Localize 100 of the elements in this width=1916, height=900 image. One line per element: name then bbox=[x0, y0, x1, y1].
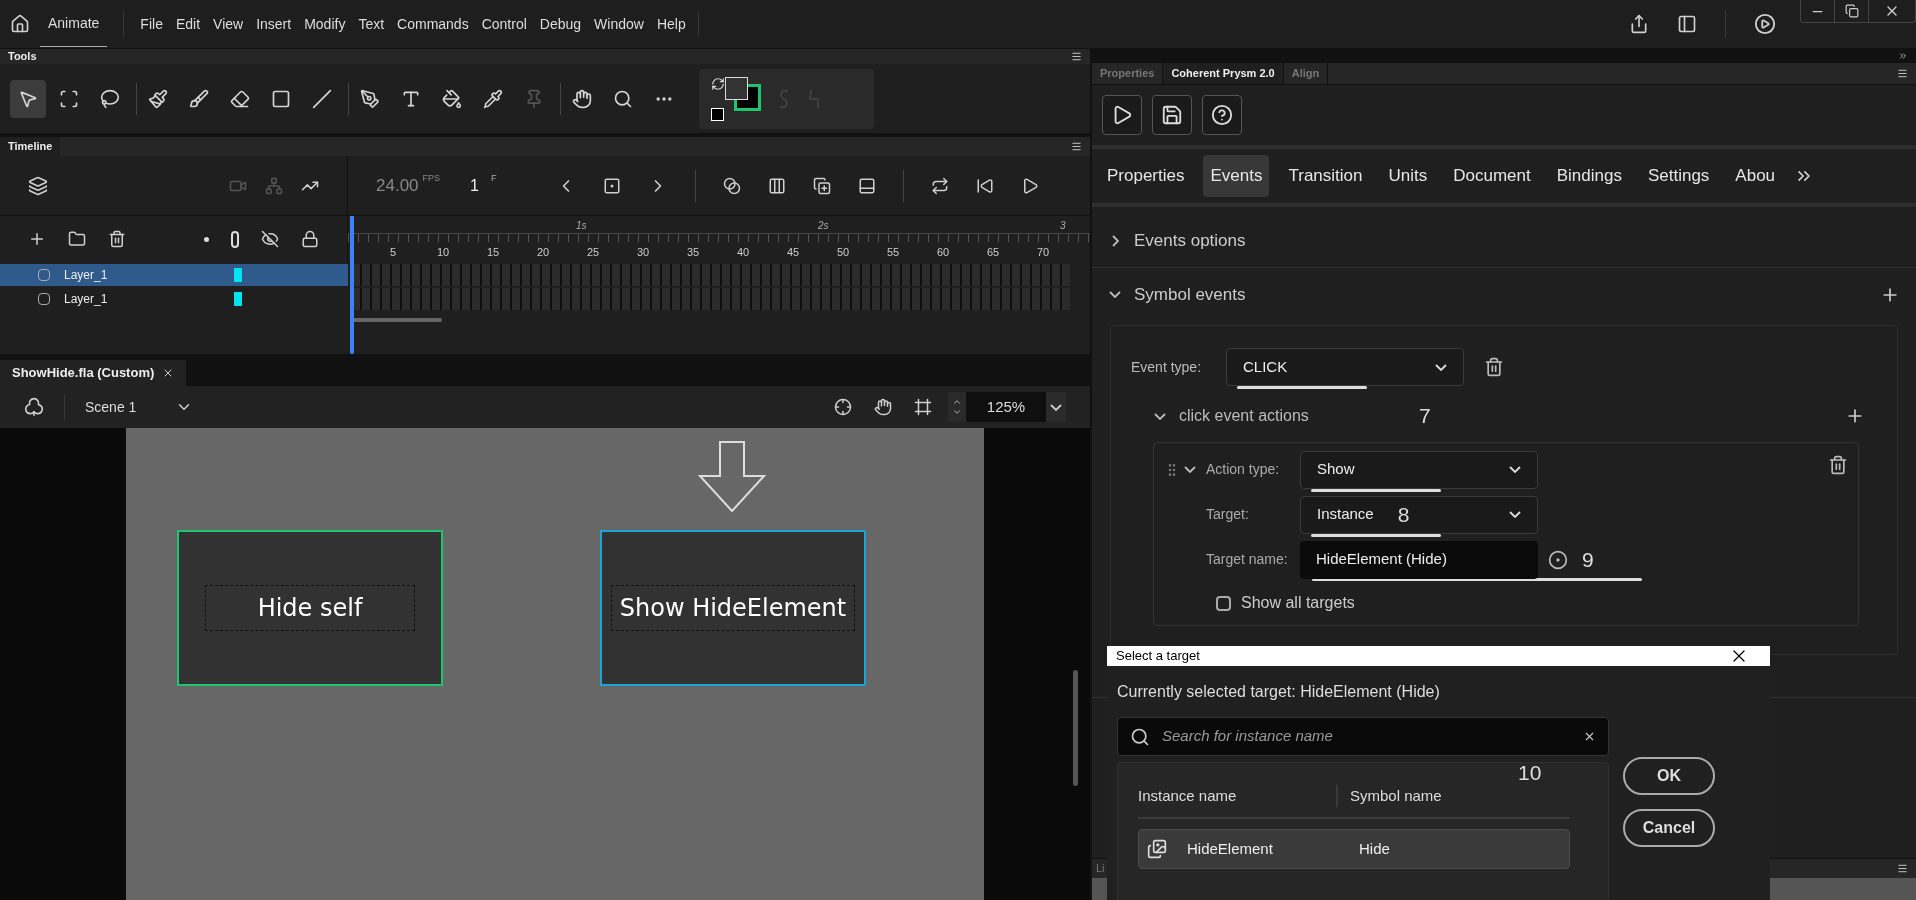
dropdown[interactable]: Instance 8 bbox=[1300, 495, 1538, 534]
menu-item[interactable]: Control bbox=[481, 13, 527, 35]
layers-icon[interactable] bbox=[28, 175, 48, 196]
search-field[interactable]: Search for instance name bbox=[1117, 717, 1609, 756]
menu-item[interactable]: Window bbox=[594, 13, 644, 35]
trash-icon[interactable] bbox=[1484, 357, 1504, 377]
folder-icon[interactable] bbox=[68, 230, 86, 248]
cancel-button[interactable]: Cancel bbox=[1623, 809, 1715, 847]
tab[interactable]: Bindings bbox=[1549, 155, 1629, 197]
search-icon[interactable] bbox=[613, 89, 633, 109]
tab[interactable]: Settings bbox=[1640, 155, 1717, 197]
dropdown[interactable]: Show bbox=[1300, 450, 1538, 489]
frame-track[interactable] bbox=[352, 264, 1070, 286]
save-button[interactable] bbox=[1152, 95, 1192, 135]
lasso-icon[interactable] bbox=[100, 89, 120, 109]
eraser-icon[interactable] bbox=[230, 89, 250, 109]
fill-stroke-swatch-drawing[interactable] bbox=[725, 77, 761, 111]
eyedropper-icon[interactable] bbox=[483, 89, 503, 109]
pointer-icon[interactable] bbox=[18, 89, 38, 109]
hand-icon[interactable] bbox=[572, 89, 592, 109]
ok-button[interactable]: OK bbox=[1623, 757, 1715, 795]
rectangle-icon[interactable] bbox=[271, 89, 291, 109]
step-back-icon[interactable] bbox=[976, 176, 995, 195]
lock-icon[interactable] bbox=[301, 230, 319, 248]
transform-icon[interactable] bbox=[59, 89, 79, 109]
home-icon[interactable] bbox=[10, 14, 30, 34]
vertical-scrollbar[interactable] bbox=[1073, 670, 1078, 786]
column-header[interactable]: Symbol name bbox=[1350, 784, 1442, 808]
fps-value[interactable]: 24.00 bbox=[376, 172, 419, 199]
target-name-field[interactable]: HideElement (Hide) bbox=[1300, 540, 1538, 579]
menu-item[interactable]: Help bbox=[656, 13, 686, 35]
text-icon[interactable] bbox=[401, 89, 421, 109]
brush-icon[interactable] bbox=[189, 89, 209, 109]
instance-row[interactable]: HideElement Hide bbox=[1138, 829, 1570, 869]
play-button[interactable] bbox=[1102, 95, 1142, 135]
frame-track[interactable] bbox=[352, 288, 1070, 310]
menu-item[interactable]: Text bbox=[358, 13, 385, 35]
stage-button[interactable]: Show HideElement bbox=[600, 530, 866, 686]
zoom-field[interactable]: 125% bbox=[966, 392, 1046, 422]
increase-icon[interactable] bbox=[952, 397, 962, 407]
clear-icon[interactable] bbox=[1583, 730, 1596, 743]
crosshair-icon[interactable] bbox=[834, 398, 852, 416]
restore-icon[interactable] bbox=[1844, 4, 1859, 18]
frame-span-icon[interactable] bbox=[858, 176, 877, 195]
new-layer-icon[interactable] bbox=[28, 230, 46, 248]
stage-button[interactable]: Hide self bbox=[177, 530, 443, 686]
zoom-dropdown[interactable] bbox=[1046, 392, 1066, 422]
play-icon[interactable] bbox=[1754, 13, 1776, 35]
panel-menu-icon[interactable] bbox=[1071, 141, 1082, 152]
menu-item[interactable]: File bbox=[140, 13, 163, 35]
actions-header[interactable]: click event actions 7 bbox=[1131, 398, 1877, 434]
trash-icon[interactable] bbox=[1828, 455, 1848, 475]
swap-colors-icon[interactable] bbox=[711, 77, 725, 91]
menu-item[interactable]: Edit bbox=[175, 13, 201, 35]
loop-icon[interactable] bbox=[931, 176, 950, 195]
menu-item[interactable]: View bbox=[213, 13, 244, 35]
app-name[interactable]: Animate bbox=[40, 1, 108, 47]
panel-menu-icon[interactable] bbox=[1071, 51, 1082, 62]
section-header[interactable]: Events options bbox=[1092, 215, 1916, 268]
tab[interactable]: Units bbox=[1381, 155, 1435, 197]
insert-frames-icon[interactable] bbox=[813, 176, 832, 195]
edit-frames-icon[interactable] bbox=[768, 176, 787, 195]
share-icon[interactable] bbox=[1629, 14, 1649, 34]
club-icon[interactable] bbox=[24, 397, 44, 417]
target-picker-icon[interactable] bbox=[1548, 549, 1568, 570]
layer-row[interactable]: Layer_1 bbox=[0, 264, 348, 286]
help-button[interactable] bbox=[1202, 95, 1242, 135]
scene-name[interactable]: Scene 1 bbox=[85, 396, 175, 418]
tab[interactable]: Abou bbox=[1728, 155, 1783, 197]
outline-icon[interactable] bbox=[231, 230, 239, 248]
menu-item[interactable]: Insert bbox=[256, 13, 292, 35]
search-input[interactable]: Search for instance name bbox=[1162, 725, 1571, 748]
file-tab[interactable]: ShowHide.fla (Custom) bbox=[0, 360, 187, 386]
paint-bucket-icon[interactable] bbox=[442, 89, 462, 109]
keyframe-icon[interactable] bbox=[603, 176, 622, 195]
column-header[interactable]: Instance name bbox=[1138, 784, 1338, 808]
panel-icon[interactable] bbox=[1677, 14, 1697, 34]
hidden-eye-icon[interactable] bbox=[261, 230, 279, 248]
tab[interactable]: Events bbox=[1203, 155, 1270, 197]
play-icon[interactable] bbox=[1021, 176, 1040, 195]
section-header[interactable]: Symbol events bbox=[1092, 268, 1916, 321]
tab[interactable]: Transition bbox=[1281, 155, 1370, 197]
expand-panels-icon[interactable] bbox=[1898, 51, 1908, 61]
dropdown[interactable]: CLICK bbox=[1226, 348, 1464, 386]
frame-number[interactable]: 1 bbox=[470, 173, 479, 198]
trash-icon[interactable] bbox=[108, 230, 126, 248]
stage[interactable]: Hide self Show HideElement bbox=[126, 428, 984, 900]
horizontal-scrollbar[interactable] bbox=[352, 318, 442, 322]
line-icon[interactable] bbox=[312, 89, 332, 109]
panel-menu-icon[interactable] bbox=[1897, 863, 1908, 874]
menu-item[interactable]: Commands bbox=[397, 13, 469, 35]
color-swatches[interactable] bbox=[699, 69, 874, 129]
onion-skin-icon[interactable] bbox=[723, 176, 742, 195]
panel-menu-icon[interactable] bbox=[1897, 68, 1908, 79]
decrease-icon[interactable] bbox=[952, 407, 962, 417]
tool-button[interactable] bbox=[10, 80, 46, 118]
hand-icon[interactable] bbox=[874, 398, 892, 416]
clip-icon[interactable] bbox=[914, 398, 932, 416]
menu-item[interactable]: Debug bbox=[539, 13, 582, 35]
panel-tab[interactable]: Coherent Prysm 2.0 bbox=[1163, 63, 1284, 84]
